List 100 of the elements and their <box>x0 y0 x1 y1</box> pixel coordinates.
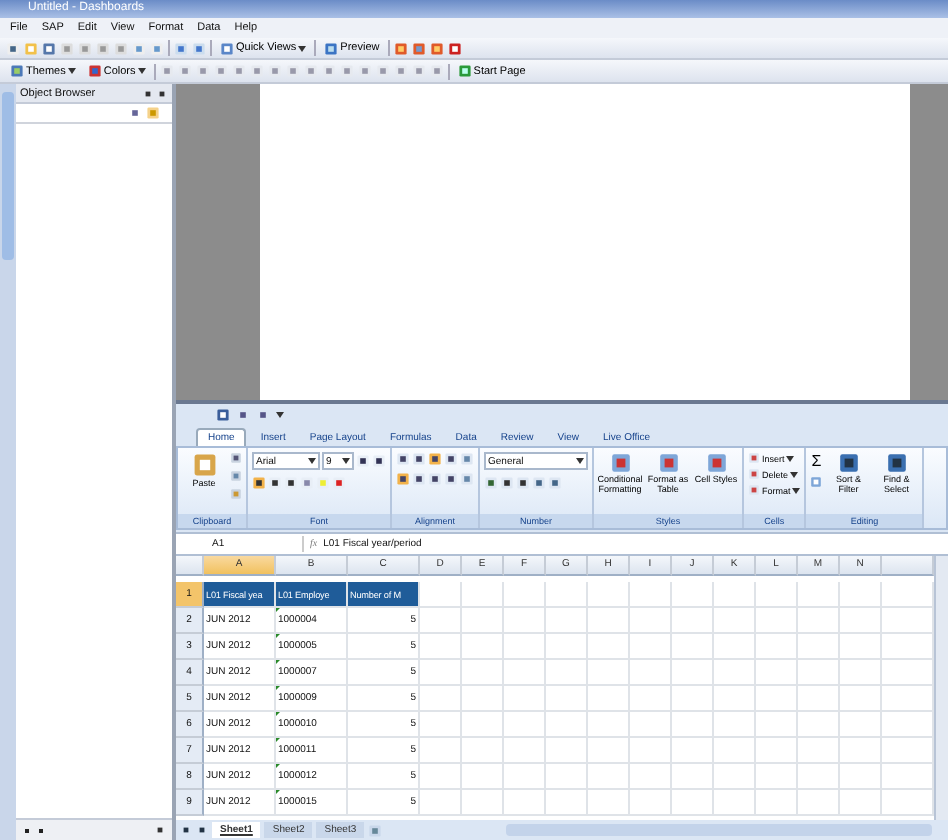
table-cell <box>798 660 840 686</box>
table-cell <box>462 608 504 634</box>
table-cell <box>756 686 798 712</box>
table-cell <box>462 686 504 712</box>
table-cell <box>714 712 756 738</box>
table-cell <box>420 608 462 634</box>
table-cell <box>546 712 588 738</box>
table-cell <box>420 686 462 712</box>
table-cell <box>840 582 882 608</box>
table-cell <box>714 738 756 764</box>
table-cell <box>798 738 840 764</box>
table-cell <box>504 608 546 634</box>
table-cell <box>546 660 588 686</box>
table-cell <box>462 712 504 738</box>
table-cell <box>756 790 798 816</box>
caret-icon <box>576 458 584 464</box>
table-cell <box>588 582 630 608</box>
table-cell <box>462 634 504 660</box>
table-cell <box>672 790 714 816</box>
table-cell <box>630 764 672 790</box>
table-cell <box>840 764 882 790</box>
table-cell <box>798 582 840 608</box>
table-cell <box>588 790 630 816</box>
table-cell <box>672 738 714 764</box>
caret-icon <box>276 411 284 417</box>
autosum-button[interactable]: Σ <box>810 452 823 470</box>
table-cell <box>462 582 504 608</box>
table-cell <box>504 686 546 712</box>
table-cell <box>546 582 588 608</box>
table-cell <box>588 712 630 738</box>
table-cell <box>420 660 462 686</box>
table-cell <box>672 634 714 660</box>
table-cell <box>840 686 882 712</box>
table-cell <box>630 582 672 608</box>
table-cell <box>462 660 504 686</box>
caret-icon <box>786 455 795 461</box>
table-cell <box>840 790 882 816</box>
table-cell <box>840 712 882 738</box>
caret-icon <box>298 45 307 51</box>
table-cell <box>588 738 630 764</box>
table-cell <box>630 712 672 738</box>
table-cell <box>504 712 546 738</box>
table-cell <box>798 634 840 660</box>
table-cell <box>420 634 462 660</box>
table-cell <box>546 686 588 712</box>
table-cell <box>546 790 588 816</box>
table-cell <box>420 764 462 790</box>
table-cell <box>588 660 630 686</box>
table-cell <box>630 738 672 764</box>
caret-icon <box>308 458 316 464</box>
table-cell <box>840 660 882 686</box>
table-cell <box>798 686 840 712</box>
caret-icon <box>792 487 801 493</box>
caret-icon <box>137 68 146 74</box>
table-cell <box>756 608 798 634</box>
table-cell <box>420 712 462 738</box>
table-cell <box>714 634 756 660</box>
horizontal-scrollbar[interactable] <box>506 824 932 836</box>
table-cell <box>546 608 588 634</box>
table-cell <box>588 634 630 660</box>
table-cell <box>714 790 756 816</box>
table-cell <box>672 582 714 608</box>
vertical-scrollbar[interactable] <box>934 556 948 820</box>
table-cell <box>504 790 546 816</box>
table-cell <box>630 660 672 686</box>
caret-icon <box>67 68 76 74</box>
table-cell <box>756 712 798 738</box>
table-cell <box>756 582 798 608</box>
table-cell <box>630 790 672 816</box>
table-cell <box>546 634 588 660</box>
table-cell <box>672 608 714 634</box>
table-cell <box>798 712 840 738</box>
table-cell <box>504 634 546 660</box>
table-cell <box>714 686 756 712</box>
caret-icon <box>790 471 799 477</box>
column-header[interactable] <box>882 556 934 576</box>
table-cell <box>546 764 588 790</box>
table-cell <box>672 712 714 738</box>
table-cell <box>672 686 714 712</box>
table-cell <box>420 738 462 764</box>
table-cell <box>546 738 588 764</box>
table-cell <box>840 738 882 764</box>
table-cell <box>504 738 546 764</box>
table-cell <box>420 582 462 608</box>
table-cell <box>798 764 840 790</box>
table-cell <box>504 660 546 686</box>
table-cell <box>588 608 630 634</box>
table-cell <box>462 764 504 790</box>
table-cell <box>504 764 546 790</box>
select-all-corner[interactable] <box>176 556 204 576</box>
table-cell <box>630 608 672 634</box>
table-cell <box>798 790 840 816</box>
table-cell <box>588 764 630 790</box>
table-cell <box>420 790 462 816</box>
table-cell <box>714 764 756 790</box>
table-cell <box>798 608 840 634</box>
table-cell <box>840 608 882 634</box>
table-cell <box>840 634 882 660</box>
table-cell <box>714 608 756 634</box>
table-cell <box>630 634 672 660</box>
